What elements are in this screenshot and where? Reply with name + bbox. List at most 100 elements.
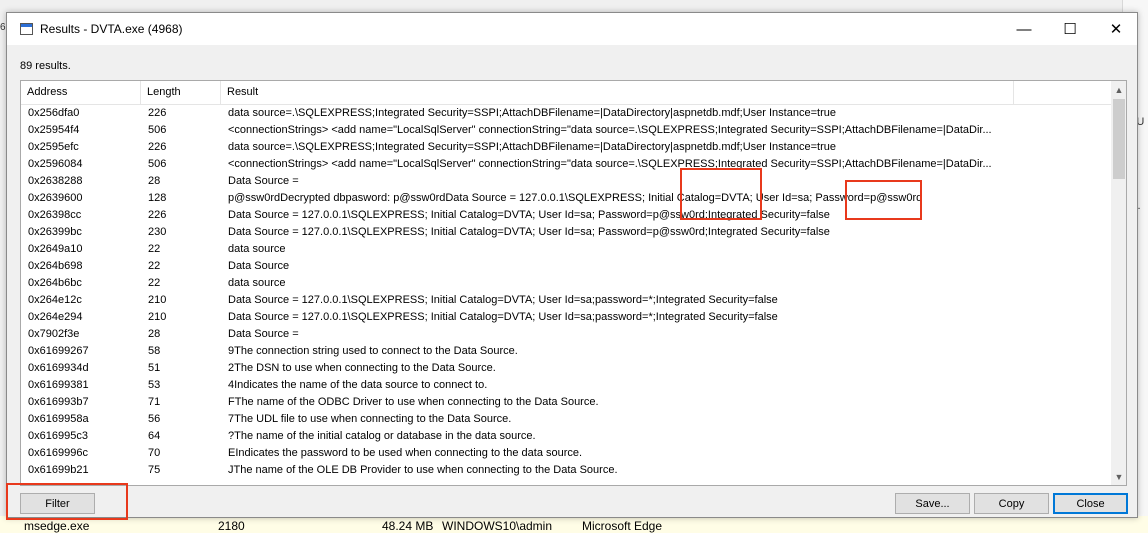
row-address: 0x25954f4 [28, 124, 80, 136]
row-address: 0x264e294 [28, 311, 83, 323]
background-fragment: 6 [0, 22, 6, 33]
table-row[interactable]: 0x6169934d 51 2The DSN to use when connect… [21, 360, 1111, 377]
row-length: 22 [148, 260, 161, 272]
table-row[interactable]: 0x2638288 28 Data Source = [21, 173, 1111, 190]
table-row[interactable]: 0x264b698 22 Data Source [21, 258, 1111, 275]
row-address: 0x616995c3 [28, 430, 88, 442]
table-row[interactable]: 0x61699b21 75 JThe name of the OLE DB Prov… [21, 462, 1111, 479]
row-length: 210 [148, 294, 167, 306]
row-address: 0x26398cc [28, 209, 82, 221]
table-row[interactable]: 0x7902f3e 28 Data Source = [21, 326, 1111, 343]
table-row[interactable]: 0x2639600 128 p@ssw0rdDecrypted dbpasword:… [21, 190, 1111, 207]
row-result: p@ssw0rdDecrypted dbpasword: p@ssw0rdDat… [228, 192, 923, 204]
row-length: 210 [148, 311, 167, 323]
table-row[interactable]: 0x264e12c 210 Data Source = 127.0.0.1\SQLE… [21, 292, 1111, 309]
column-header-result[interactable]: Result [221, 81, 1014, 104]
table-row[interactable]: 0x26398cc 226 Data Source = 127.0.0.1\SQLE… [21, 207, 1111, 224]
row-result: JThe name of the OLE DB Provider to use … [228, 464, 618, 476]
row-length: 22 [148, 277, 161, 289]
background-process-row: msedge.exe 2180 48.24 MB WINDOWS10\admin… [0, 516, 1148, 533]
row-result: 2The DSN to use when connecting to the D… [228, 362, 496, 374]
row-result: data source=.\SQLEXPRESS;Integrated Secu… [228, 141, 836, 153]
results-list[interactable]: Address Length Result 0x256dfa0 226 data s… [20, 80, 1127, 486]
row-address: 0x2639600 [28, 192, 83, 204]
list-header: Address Length Result [21, 81, 1111, 105]
row-result: Data Source = [228, 328, 299, 340]
scroll-thumb[interactable] [1113, 99, 1125, 179]
row-result: ?The name of the initial catalog or data… [228, 430, 536, 442]
row-result: 4Indicates the name of the data source t… [228, 379, 488, 391]
table-row[interactable]: 0x61699381 53 4Indicates the name of the d… [21, 377, 1111, 394]
row-result: 7The UDL file to use when connecting to … [228, 413, 512, 425]
column-header-address[interactable]: Address [21, 81, 141, 104]
row-address: 0x264e12c [28, 294, 82, 306]
row-result: data source=.\SQLEXPRESS;Integrated Secu… [228, 107, 836, 119]
minimize-button[interactable]: — [1001, 13, 1047, 45]
table-row[interactable]: 0x26399bc 230 Data Source = 127.0.0.1\SQLE… [21, 224, 1111, 241]
row-length: 71 [148, 396, 161, 408]
table-row[interactable]: 0x264e294 210 Data Source = 127.0.0.1\SQLE… [21, 309, 1111, 326]
row-address: 0x264b6bc [28, 277, 82, 289]
row-result: Data Source = 127.0.0.1\SQLEXPRESS; Init… [228, 311, 778, 323]
close-button[interactable]: Close [1053, 493, 1128, 514]
row-length: 22 [148, 243, 161, 255]
row-address: 0x61699b21 [28, 464, 89, 476]
row-length: 53 [148, 379, 161, 391]
table-row[interactable]: 0x6169958a 56 7The UDL file to use when co… [21, 411, 1111, 428]
row-result: <connectionStrings> <add name="LocalSqlS… [228, 158, 992, 170]
row-address: 0x61699267 [28, 345, 89, 357]
row-length: 51 [148, 362, 161, 374]
scroll-down-arrow[interactable]: ▼ [1111, 468, 1126, 485]
copy-button[interactable]: Copy [974, 493, 1049, 514]
scroll-up-arrow[interactable]: ▲ [1111, 81, 1126, 98]
row-address: 0x2595efc [28, 141, 79, 153]
row-address: 0x6169958a [28, 413, 89, 425]
row-address: 0x264b698 [28, 260, 83, 272]
table-row[interactable]: 0x2649a10 22 data source [21, 241, 1111, 258]
process-name: msedge.exe [24, 519, 90, 533]
row-address: 0x6169996c [28, 447, 88, 459]
row-length: 75 [148, 464, 161, 476]
row-length: 226 [148, 107, 167, 119]
row-address: 0x616993b7 [28, 396, 89, 408]
row-length: 226 [148, 209, 167, 221]
table-row[interactable]: 0x61699267 58 9The connection string used … [21, 343, 1111, 360]
window-title: Results - DVTA.exe (4968) [40, 22, 183, 36]
table-row[interactable]: 0x2596084 506 <connectionStrings> <add nam… [21, 156, 1111, 173]
row-result: <connectionStrings> <add name="LocalSqlS… [228, 124, 992, 136]
window-app-icon [20, 23, 33, 35]
row-result: 9The connection string used to connect t… [228, 345, 518, 357]
result-rows: 0x256dfa0 226 data source=.\SQLEXPRESS;Int… [21, 105, 1111, 479]
row-result: data source [228, 243, 286, 255]
table-row[interactable]: 0x616995c3 64 ?The name of the initial cat… [21, 428, 1111, 445]
table-row[interactable]: 0x6169996c 70 EIndicates the password to b… [21, 445, 1111, 462]
maximize-button[interactable]: ☐ [1047, 13, 1093, 45]
row-length: 28 [148, 175, 161, 187]
row-result: FThe name of the ODBC Driver to use when… [228, 396, 599, 408]
row-address: 0x26399bc [28, 226, 82, 238]
process-user: WINDOWS10\admin [442, 519, 553, 533]
row-length: 56 [148, 413, 161, 425]
row-result: data source [228, 277, 286, 289]
row-address: 0x6169934d [28, 362, 89, 374]
row-length: 64 [148, 430, 161, 442]
row-address: 0x61699381 [28, 379, 89, 391]
table-row[interactable]: 0x25954f4 506 <connectionStrings> <add nam… [21, 122, 1111, 139]
save-button[interactable]: Save... [895, 493, 970, 514]
results-count: 89 results. [20, 60, 71, 72]
vertical-scrollbar[interactable]: ▲ ▼ [1111, 81, 1126, 485]
results-window: Results - DVTA.exe (4968) — ☐ ✕ 89 resul… [6, 12, 1138, 518]
title-bar[interactable]: Results - DVTA.exe (4968) — ☐ ✕ [7, 13, 1137, 45]
table-row[interactable]: 0x2595efc 226 data source=.\SQLEXPRESS;Int… [21, 139, 1111, 156]
row-length: 28 [148, 328, 161, 340]
column-header-length[interactable]: Length [141, 81, 221, 104]
row-length: 58 [148, 345, 161, 357]
process-memory: 48.24 MB [382, 519, 434, 533]
table-row[interactable]: 0x264b6bc 22 data source [21, 275, 1111, 292]
table-row[interactable]: 0x256dfa0 226 data source=.\SQLEXPRESS;Int… [21, 105, 1111, 122]
table-row[interactable]: 0x616993b7 71 FThe name of the ODBC Driver… [21, 394, 1111, 411]
row-result: Data Source = 127.0.0.1\SQLEXPRESS; Init… [228, 294, 778, 306]
filter-button[interactable]: Filter [20, 493, 95, 514]
close-window-button[interactable]: ✕ [1093, 13, 1139, 45]
row-length: 506 [148, 124, 167, 136]
